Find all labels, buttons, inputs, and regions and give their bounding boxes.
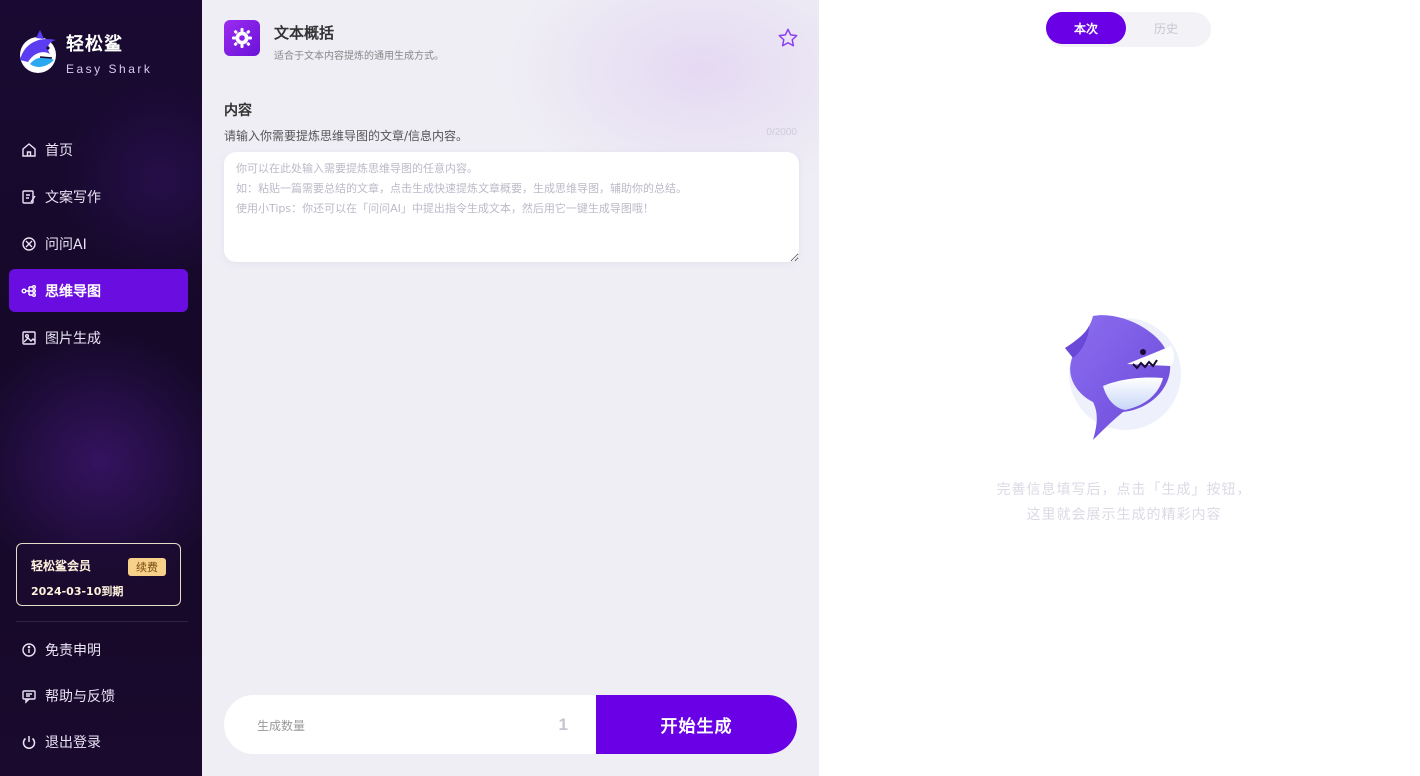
start-generate-button[interactable]: 开始生成: [596, 695, 797, 754]
content-hint: 请输入你需要提炼思维导图的文章/信息内容。: [224, 129, 469, 143]
tool-description: 适合于文本内容提炼的通用生成方式。: [274, 51, 444, 62]
tool-title: 文本概括: [274, 24, 335, 42]
sidebar-item-copywriting[interactable]: 文案写作: [9, 175, 188, 218]
content-label: 内容: [224, 103, 252, 119]
main-nav: 首页 文案写作 问问AI 思维导图 图片生成: [9, 128, 188, 363]
sidebar-item-disclaimer[interactable]: 免责申明: [9, 628, 188, 672]
feedback-icon: [21, 688, 37, 704]
content-box: [224, 152, 799, 262]
info-icon: [21, 642, 37, 658]
shark-illustration-icon: [1065, 315, 1181, 440]
ai-chat-icon: [21, 236, 37, 252]
content-textarea[interactable]: [224, 152, 799, 262]
mindmap-icon: [21, 283, 37, 299]
quantity-input[interactable]: [534, 711, 586, 739]
renew-button[interactable]: 续费: [128, 558, 166, 576]
empty-state-message: 完善信息填写后，点击「生成」按钮， 这里就会展示生成的精彩内容: [979, 478, 1269, 528]
sidebar-item-label: 免责申明: [45, 643, 101, 659]
empty-state-line-2: 这里就会展示生成的精彩内容: [1026, 507, 1222, 523]
sidebar-item-label: 图片生成: [45, 330, 101, 347]
tab-history[interactable]: 历史: [1126, 12, 1206, 44]
bottom-nav: 免责申明 帮助与反馈 退出登录: [9, 628, 188, 766]
sidebar-item-feedback[interactable]: 帮助与反馈: [9, 674, 188, 718]
sidebar-item-label: 问问AI: [45, 236, 87, 253]
sidebar-item-label: 思维导图: [45, 283, 101, 300]
sidebar-item-label: 文案写作: [45, 189, 101, 206]
input-panel: 文本概括 适合于文本内容提炼的通用生成方式。 内容 请输入你需要提炼思维导图的文…: [202, 0, 819, 776]
sidebar-item-ask-ai[interactable]: 问问AI: [9, 222, 188, 265]
char-counter: 0/2000: [766, 127, 797, 138]
gear-icon: [224, 20, 260, 56]
tool-header: 文本概括 适合于文本内容提炼的通用生成方式。: [224, 20, 799, 62]
edit-doc-icon: [21, 189, 37, 205]
logo[interactable]: 轻松鲨 Easy Shark: [16, 30, 152, 76]
home-icon: [21, 142, 37, 158]
member-card[interactable]: 轻松鲨会员 2024-03-10到期 续费: [16, 543, 181, 606]
brand-name: 轻松鲨: [66, 34, 123, 55]
sidebar-divider: [16, 621, 188, 622]
image-icon: [21, 330, 37, 346]
sidebar-item-logout[interactable]: 退出登录: [9, 720, 188, 764]
sidebar-item-label: 退出登录: [45, 735, 101, 751]
tab-current[interactable]: 本次: [1046, 12, 1126, 44]
sidebar-item-image-gen[interactable]: 图片生成: [9, 316, 188, 359]
sidebar: 轻松鲨 Easy Shark 首页 文案写作 问问AI 思维导图 图片生成 轻松…: [0, 0, 202, 776]
brand-subtitle: Easy Shark: [66, 62, 153, 76]
member-expiry: 2024-03-10到期: [31, 585, 124, 598]
empty-state-line-1: 完善信息填写后，点击「生成」按钮，: [996, 482, 1252, 498]
favorite-star-icon[interactable]: [777, 27, 799, 49]
sidebar-item-label: 首页: [45, 142, 73, 159]
sidebar-item-label: 帮助与反馈: [45, 689, 115, 705]
shark-logo-icon: [20, 30, 56, 73]
quantity-label: 生成数量: [257, 719, 306, 733]
sidebar-item-mindmap[interactable]: 思维导图: [9, 269, 188, 312]
result-tabs: 本次 历史: [1046, 12, 1211, 47]
power-icon: [21, 734, 37, 750]
generate-bar: 生成数量 开始生成: [224, 695, 797, 754]
sidebar-item-home[interactable]: 首页: [9, 128, 188, 171]
result-panel: 本次 历史 完善信息填写后，点击「生成」按钮， 这里就会展示生成的精彩内容: [819, 0, 1420, 776]
